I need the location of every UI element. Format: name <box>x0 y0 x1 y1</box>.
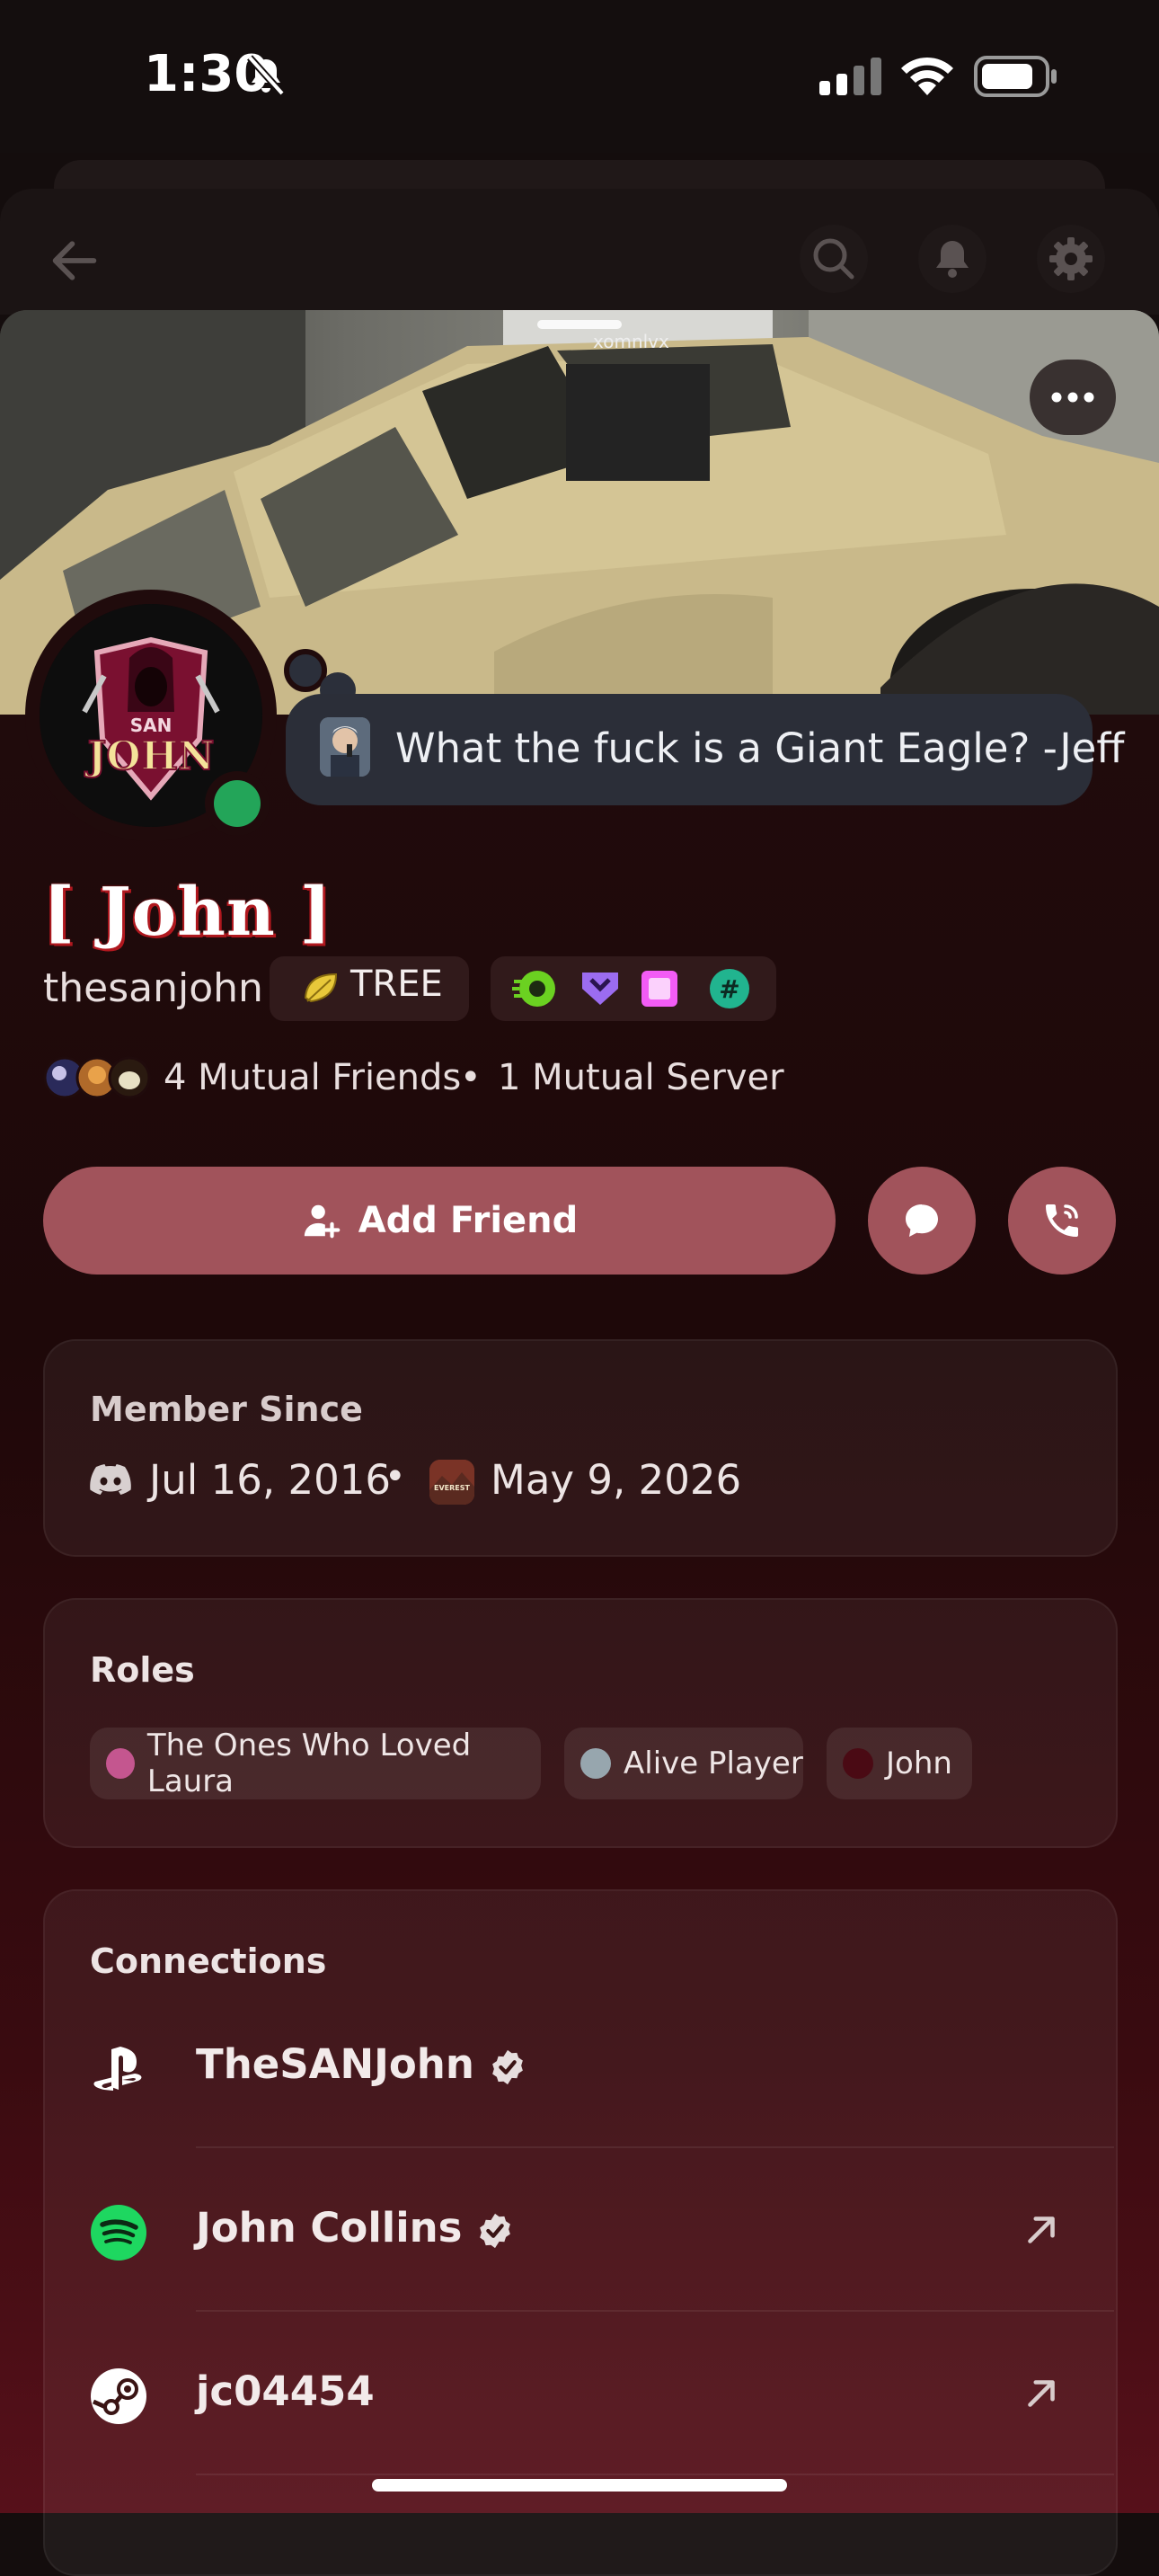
role-color-dot <box>106 1748 135 1779</box>
connection-name: John Collins <box>196 2204 516 2252</box>
spotify-icon <box>91 2205 146 2261</box>
more-horizontal-icon <box>1051 392 1094 403</box>
verified-badge-icon <box>480 2213 511 2249</box>
hashtag-icon[interactable]: # <box>710 969 749 1008</box>
search-button[interactable] <box>800 225 868 293</box>
mutual-friends-link[interactable]: 4 Mutual Friends <box>164 1057 461 1098</box>
banner-overlay-text: xomnlvx <box>593 331 669 352</box>
role-pill[interactable]: Alive Player <box>564 1728 803 1799</box>
mutual-servers-link[interactable]: 1 Mutual Server <box>498 1057 784 1098</box>
online-status-indicator <box>214 780 261 827</box>
arrow-left-icon[interactable] <box>43 232 106 293</box>
svg-text:#: # <box>719 974 739 1004</box>
server-member-since-date: May 9, 2026 <box>491 1456 742 1504</box>
add-friend-button[interactable]: Add Friend <box>43 1167 836 1275</box>
server-tag-label: TREE <box>350 964 443 1005</box>
connection-row-playstation[interactable]: TheSANJohn <box>43 1985 1114 2148</box>
discord-member-since-date: Jul 16, 2016 <box>149 1456 391 1504</box>
external-link-arrow-icon[interactable] <box>1019 2207 1064 2252</box>
sheet-drag-handle[interactable] <box>537 320 622 329</box>
call-button[interactable] <box>1008 1167 1116 1275</box>
divider <box>196 2474 1114 2475</box>
cellular-signal-icon <box>819 58 882 99</box>
badges-pill: # <box>491 956 776 1021</box>
role-label: The Ones Who Loved Laura <box>146 1728 472 1799</box>
nitro-icon[interactable] <box>512 971 555 1007</box>
message-button[interactable] <box>868 1167 976 1275</box>
roles-title: Roles <box>90 1650 195 1690</box>
bell-slash-icon <box>244 54 288 101</box>
display-name: [ John ] <box>43 874 332 951</box>
member-since-title: Member Since <box>90 1390 363 1429</box>
connections-title: Connections <box>90 1941 327 1981</box>
discord-icon <box>90 1463 131 1499</box>
notifications-button[interactable] <box>918 225 986 293</box>
verified-badge-icon <box>492 2049 523 2085</box>
home-indicator[interactable] <box>372 2479 787 2492</box>
role-label: Alive Player <box>624 1745 803 1781</box>
role-label: John <box>886 1745 952 1781</box>
external-link-arrow-icon[interactable] <box>1019 2371 1064 2416</box>
more-button[interactable] <box>1030 360 1116 435</box>
member-since-card <box>43 1339 1118 1557</box>
connection-row-spotify[interactable]: John Collins <box>43 2148 1114 2312</box>
username[interactable]: thesanjohn <box>43 965 263 1011</box>
connection-name: TheSANJohn <box>196 2040 528 2088</box>
separator-dot: • <box>460 1057 482 1098</box>
gear-icon <box>1049 237 1093 280</box>
roles-card <box>43 1598 1118 1848</box>
svg-text:JOHN: JOHN <box>84 733 215 779</box>
mutual-friends-avatars[interactable] <box>43 1055 151 1104</box>
phone-icon <box>1046 1204 1078 1237</box>
separator-dot: • <box>385 1456 406 1497</box>
role-pill[interactable]: John <box>827 1728 972 1799</box>
battery-icon <box>974 56 1058 101</box>
wifi-icon <box>898 54 956 101</box>
bell-icon <box>936 241 969 278</box>
custom-status-emoji <box>320 717 370 777</box>
custom-status-text: What the fuck is a Giant Eagle? -Jeff <box>395 724 1125 772</box>
search-icon <box>813 238 854 280</box>
role-color-dot <box>843 1748 873 1779</box>
connection-name: jc04454 <box>196 2367 375 2415</box>
connection-row-steam[interactable]: jc04454 <box>43 2312 1114 2475</box>
role-color-dot <box>580 1748 611 1779</box>
steam-icon <box>91 2368 146 2424</box>
add-user-icon <box>304 1204 341 1239</box>
quest-icon[interactable] <box>641 971 677 1007</box>
add-friend-label: Add Friend <box>358 1200 579 1241</box>
role-pill[interactable]: The Ones Who Loved Laura <box>90 1728 541 1799</box>
playstation-icon <box>93 2047 142 2091</box>
server-icon: EVEREST <box>429 1460 474 1505</box>
hypesquad-icon[interactable] <box>582 973 618 1005</box>
settings-button[interactable] <box>1037 225 1105 293</box>
chat-bubble-icon <box>906 1204 938 1237</box>
server-icon-text: EVEREST <box>434 1484 471 1492</box>
leaf-icon <box>300 967 341 1012</box>
